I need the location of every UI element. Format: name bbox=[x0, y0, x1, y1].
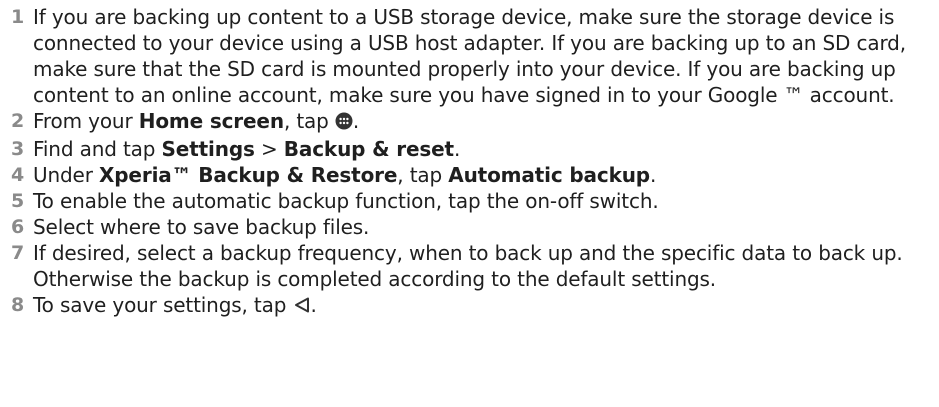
step-text-part: Under bbox=[33, 163, 99, 187]
step-8: 8 To save your settings, tap . bbox=[0, 292, 939, 320]
step-2: 2 From your Home screen, tap . bbox=[0, 108, 939, 136]
back-triangle-icon bbox=[293, 294, 311, 320]
step-text: Select where to save backup files. bbox=[33, 215, 370, 239]
step-text: If you are backing up content to a USB s… bbox=[33, 5, 906, 107]
step-text: Under Xperia™ Backup & Restore, tap Auto… bbox=[33, 162, 939, 188]
home-screen-label: Home screen bbox=[138, 109, 284, 133]
step-text-part: . bbox=[649, 163, 657, 187]
step-text-part: > bbox=[254, 137, 284, 161]
step-number: 2 bbox=[11, 110, 25, 132]
step-7: 7 If desired, select a backup frequency,… bbox=[0, 240, 939, 292]
settings-label: Settings bbox=[161, 137, 255, 161]
step-text: To save your settings, tap . bbox=[33, 292, 939, 320]
step-number: 3 bbox=[11, 138, 25, 160]
step-text-part: To save your settings, tap bbox=[33, 293, 293, 317]
step-text: From your Home screen, tap . bbox=[33, 108, 939, 136]
step-4: 4 Under Xperia™ Backup & Restore, tap Au… bbox=[0, 162, 939, 188]
instruction-steps: 1 If you are backing up content to a USB… bbox=[0, 0, 939, 320]
apps-grid-icon bbox=[335, 110, 353, 136]
step-number: 5 bbox=[11, 190, 25, 212]
step-6: 6 Select where to save backup files. bbox=[0, 214, 939, 240]
step-text-part: Find and tap bbox=[33, 137, 162, 161]
step-text-part: . bbox=[352, 109, 360, 133]
step-number: 6 bbox=[11, 216, 25, 238]
automatic-backup-label: Automatic backup bbox=[448, 163, 650, 187]
step-number: 1 bbox=[11, 6, 25, 28]
step-text-part: , tap bbox=[283, 109, 335, 133]
step-number: 4 bbox=[11, 164, 25, 186]
step-text-part: , tap bbox=[397, 163, 449, 187]
xperia-backup-restore-label: Xperia™ Backup & Restore bbox=[99, 163, 398, 187]
step-text-part: From your bbox=[33, 109, 139, 133]
step-text: To enable the automatic backup function,… bbox=[33, 189, 659, 213]
step-text: Find and tap Settings > Backup & reset. bbox=[33, 136, 939, 162]
step-number: 8 bbox=[11, 294, 25, 316]
step-text-part: . bbox=[310, 293, 317, 317]
step-text: If desired, select a backup frequency, w… bbox=[33, 241, 903, 291]
step-3: 3 Find and tap Settings > Backup & reset… bbox=[0, 136, 939, 162]
step-text-part: . bbox=[453, 137, 461, 161]
step-5: 5 To enable the automatic backup functio… bbox=[0, 188, 939, 214]
backup-reset-label: Backup & reset bbox=[283, 137, 454, 161]
step-1: 1 If you are backing up content to a USB… bbox=[0, 4, 939, 108]
step-number: 7 bbox=[11, 242, 25, 264]
